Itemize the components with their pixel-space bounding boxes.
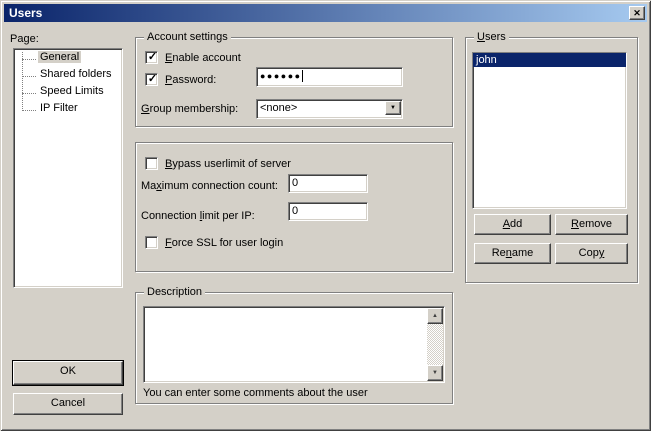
- users-dialog: Users ✕ Page: General Shared folders Spe…: [0, 0, 651, 431]
- tree-item-shared-folders[interactable]: Shared folders: [22, 68, 120, 84]
- bypass-userlimit-checkbox[interactable]: [145, 157, 158, 170]
- force-ssl-label: Force SSL for user login: [165, 237, 283, 249]
- description-textarea[interactable]: ▲ ▼: [143, 306, 445, 383]
- cancel-button[interactable]: Cancel: [13, 393, 123, 415]
- close-icon: ✕: [633, 8, 641, 18]
- max-connections-input[interactable]: 0: [288, 174, 368, 193]
- description-value: [146, 309, 426, 380]
- tree-branch-icon: [22, 69, 36, 77]
- bypass-userlimit-label: Bypass userlimit of server: [165, 158, 291, 170]
- users-list[interactable]: john: [472, 52, 627, 209]
- password-label: Password:: [165, 74, 216, 86]
- tree-item-speed-limits[interactable]: Speed Limits: [22, 85, 120, 101]
- page-label: Page:: [10, 33, 39, 45]
- group-membership-label: Group membership:: [141, 103, 238, 115]
- tree-item-ip-filter[interactable]: IP Filter: [22, 102, 120, 118]
- ip-limit-label: Connection limit per IP:: [141, 210, 255, 222]
- dropdown-button[interactable]: ▼: [385, 101, 401, 115]
- description-scrollbar[interactable]: ▲ ▼: [427, 308, 443, 381]
- tree-item-label: IP Filter: [38, 102, 80, 114]
- max-connections-label: Maximum connection count:: [141, 180, 278, 192]
- group-membership-value: <none>: [260, 102, 297, 114]
- ok-button[interactable]: OK: [13, 361, 123, 385]
- scroll-up-button[interactable]: ▲: [427, 308, 443, 324]
- window-title: Users: [9, 6, 42, 20]
- description-caption: You can enter some comments about the us…: [143, 387, 368, 399]
- chevron-down-icon: ▼: [390, 105, 396, 111]
- arrow-down-icon: ▼: [432, 370, 438, 376]
- page-tree[interactable]: General Shared folders Speed Limits IP F…: [13, 48, 123, 288]
- arrow-up-icon: ▲: [432, 313, 438, 319]
- add-user-button[interactable]: Add: [474, 214, 551, 235]
- tree-item-label: Speed Limits: [38, 85, 106, 97]
- enable-account-label: Enable account: [165, 52, 241, 64]
- password-input[interactable]: ●●●●●●: [256, 67, 403, 87]
- password-checkbox[interactable]: ✓: [145, 73, 158, 86]
- check-icon: ✓: [146, 72, 159, 87]
- remove-user-button[interactable]: Remove: [555, 214, 628, 235]
- account-settings-title: Account settings: [144, 31, 231, 44]
- force-ssl-checkbox[interactable]: [145, 236, 158, 249]
- password-value: ●●●●●●: [260, 71, 302, 81]
- group-membership-select[interactable]: <none> ▼: [256, 99, 403, 119]
- close-button[interactable]: ✕: [629, 6, 645, 20]
- ip-limit-input[interactable]: 0: [288, 202, 368, 221]
- scroll-down-button[interactable]: ▼: [427, 365, 443, 381]
- tree-branch-icon: [22, 52, 36, 60]
- check-icon: ✓: [146, 50, 159, 65]
- users-group-title: Users: [474, 31, 509, 44]
- tree-item-label: General: [38, 51, 81, 63]
- title-bar[interactable]: Users ✕: [4, 4, 647, 22]
- tree-item-general[interactable]: General: [22, 51, 120, 67]
- description-title: Description: [144, 286, 205, 299]
- enable-account-checkbox[interactable]: ✓: [145, 51, 158, 64]
- rename-user-button[interactable]: Rename: [474, 243, 551, 264]
- tree-branch-icon: [22, 86, 36, 94]
- copy-user-button[interactable]: Copy: [555, 243, 628, 264]
- tree-branch-icon: [22, 103, 36, 111]
- tree-item-label: Shared folders: [38, 68, 114, 80]
- text-caret: [302, 70, 303, 82]
- user-list-item[interactable]: john: [473, 53, 626, 67]
